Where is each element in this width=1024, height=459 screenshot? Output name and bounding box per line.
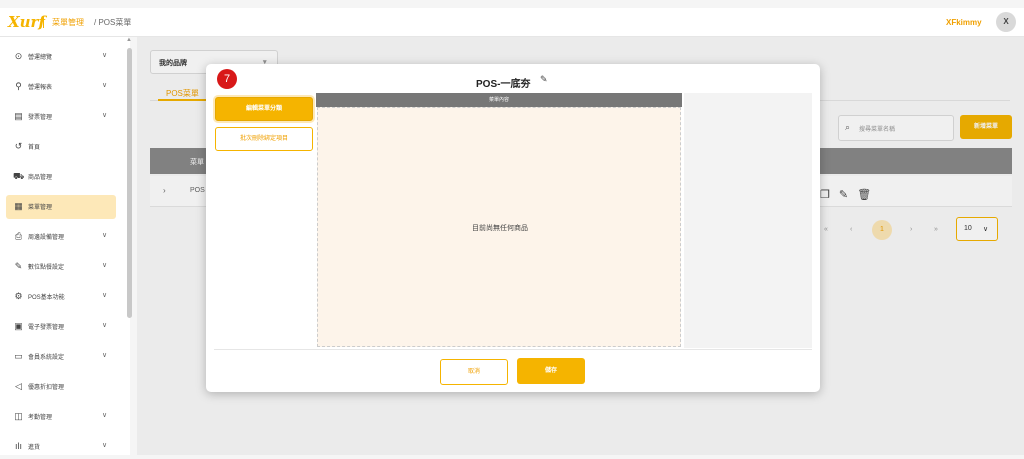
dialog-title: POS-一底夯 [476, 79, 531, 90]
menu-content-area[interactable]: 目前尚無任何商品 [317, 107, 681, 347]
chevron-down-icon: ∨ [102, 52, 108, 59]
edit-category-button[interactable]: 編輯菜單分類 [215, 97, 313, 121]
sidebar-item-e-invoice[interactable]: ▣ 電子發票管理 ∨ [6, 315, 116, 339]
sidebar-item-products[interactable]: ⛟ 商品管理 [6, 165, 116, 189]
chevron-down-icon: ∨ [102, 352, 108, 359]
sidebar-item-label: 考勤管理 [28, 415, 53, 421]
receipt-icon: ▣ [14, 321, 23, 331]
sidebar-item-peripherals[interactable]: ⎙ 周邊設備管理 ∨ [6, 225, 116, 249]
chevron-down-icon: ∨ [102, 262, 108, 269]
chevron-down-icon: ∨ [102, 232, 108, 239]
sidebar-item-label: 發票管理 [28, 115, 53, 121]
chevron-down-icon: ∨ [102, 322, 108, 329]
app-frame: Xurf 菜單管理 / POS菜單 XFkimmy X ⊙ 營運總覽 ∨ ⚲ 營… [0, 0, 1024, 455]
breadcrumb-parent[interactable]: 菜單管理 [52, 17, 84, 28]
menu-content-header: 菜單內容 [316, 93, 682, 107]
pencil-icon[interactable]: ✎ [540, 74, 548, 85]
sidebar-item-overview[interactable]: ⊙ 營運總覽 ∨ [6, 45, 116, 69]
clock-icon: ⊙ [14, 51, 23, 61]
chevron-down-icon: ∨ [102, 82, 108, 89]
sidebar-item-pos-basics[interactable]: ⚙ POS基本功能 ∨ [6, 285, 116, 309]
dialog-right-pane [684, 93, 812, 348]
scroll-up-icon[interactable]: ▲ [126, 37, 132, 43]
sidebar-item-label: 首頁 [28, 145, 41, 151]
sidebar-item-purchasing[interactable]: ılı 進貨 ∨ [6, 435, 116, 459]
refresh-icon: ↺ [14, 141, 23, 151]
sidebar-item-label: 營運報表 [28, 85, 53, 91]
grid-icon: ▦ [14, 201, 23, 211]
menu-edit-dialog: POS-一底夯 ✎ 7 編輯菜單分類 批次刪除綁定項目 菜單內容 目前尚無任何商… [206, 64, 820, 392]
dialog-divider [214, 349, 812, 350]
calendar-icon: ◫ [14, 411, 23, 421]
document-icon: ▤ [14, 111, 23, 121]
chevron-down-icon: ∨ [102, 412, 108, 419]
tag-icon: ◁ [15, 381, 22, 391]
sidebar-item-discounts[interactable]: ◁ 優惠折扣管理 [6, 375, 116, 399]
batch-unbind-button[interactable]: 批次刪除綁定項目 [215, 127, 313, 151]
sidebar-item-label: 電子發票管理 [28, 325, 65, 331]
sidebar-item-label: 進貨 [28, 445, 41, 451]
sidebar-item-label: 優惠折扣管理 [28, 385, 65, 391]
gear-icon: ⚙ [14, 291, 23, 301]
top-bar: Xurf 菜單管理 / POS菜單 XFkimmy X [0, 8, 1024, 37]
sidebar-item-home[interactable]: ↺ 首頁 [6, 135, 116, 159]
chevron-down-icon: ∨ [102, 442, 108, 449]
member-card-icon: ▭ [14, 351, 23, 361]
brand-logo[interactable]: Xurf [8, 13, 45, 31]
sidebar-item-attendance[interactable]: ◫ 考勤管理 ∨ [6, 405, 116, 429]
sidebar-item-invoices[interactable]: ▤ 發票管理 ∨ [6, 105, 116, 129]
step-badge: 7 [217, 69, 237, 89]
chevron-down-icon: ∨ [102, 292, 108, 299]
sidebar-item-label: 數位點餐設定 [28, 265, 65, 271]
chart-icon: ⚲ [15, 81, 22, 91]
sidebar-item-digital-ordering[interactable]: ✎ 數位點餐設定 ∨ [6, 255, 116, 279]
sidebar-item-label: 會員系統設定 [28, 355, 65, 361]
empty-state-text: 目前尚無任何商品 [472, 225, 528, 232]
sidebar-item-label: POS基本功能 [28, 295, 65, 301]
edit-icon: ✎ [14, 261, 23, 271]
chevron-down-icon: ∨ [102, 112, 108, 119]
sidebar-item-membership[interactable]: ▭ 會員系統設定 ∨ [6, 345, 116, 369]
printer-icon: ⎙ [14, 231, 23, 241]
avatar[interactable]: X [996, 12, 1016, 32]
save-button[interactable]: 儲存 [517, 358, 585, 384]
breadcrumb-divider [43, 16, 44, 28]
breadcrumb-current: / POS菜單 [94, 18, 132, 27]
sidebar-scrollbar[interactable] [127, 48, 132, 318]
cancel-button[interactable]: 取消 [440, 359, 508, 385]
sidebar-item-label: 菜單管理 [28, 205, 53, 211]
sidebar-item-reports[interactable]: ⚲ 營運報表 ∨ [6, 75, 116, 99]
user-name[interactable]: XFkimmy [946, 18, 982, 27]
sidebar: ⊙ 營運總覽 ∨ ⚲ 營運報表 ∨ ▤ 發票管理 ∨ ↺ 首頁 ⛟ 商品管理 ▦… [0, 37, 130, 455]
bar-chart-icon: ılı [14, 441, 22, 451]
sidebar-item-label: 營運總覽 [28, 55, 53, 61]
sidebar-item-label: 商品管理 [28, 175, 53, 181]
shop-icon: ⛟ [13, 171, 25, 181]
sidebar-item-label: 周邊設備管理 [28, 235, 65, 241]
sidebar-item-menus[interactable]: ▦ 菜單管理 [6, 195, 116, 219]
